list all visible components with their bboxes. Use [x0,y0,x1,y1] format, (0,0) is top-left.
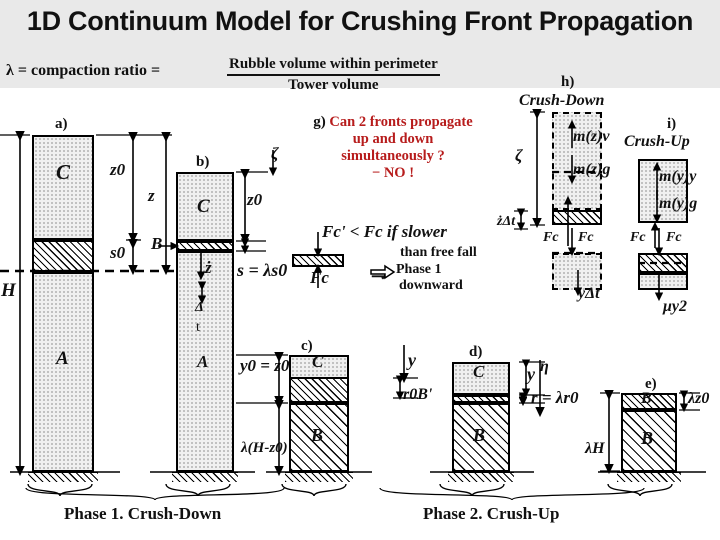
panel-a-crush-band [32,240,94,272]
panel-i-fc-left: Fc [630,230,646,245]
panel-e-dim-lambda-h: λH [585,440,605,457]
panel-b-s-equation: s = λs0 [237,260,288,280]
panel-a-block-a [32,272,94,472]
panel-i-mu-label: μy2 [663,298,687,315]
panel-i-crush-band [638,253,688,273]
caption-phase1: Phase 1. Crush-Down [64,504,222,523]
panel-h-zdt: żΔt [497,214,516,229]
fraction-numerator: Rubble volume within perimeter [227,56,440,76]
panel-d-crush-band [452,395,510,403]
panel-d-ground [448,472,514,482]
panel-d-label-c: C [473,362,485,381]
page-title: 1D Continuum Model for Crushing Front Pr… [26,6,694,36]
panel-b-label-a: A [197,352,209,371]
panel-d-eta: η [540,358,549,375]
panel-e-label-b: B [641,428,654,448]
panel-e-dim-lambda-z0: λz0 [688,390,710,407]
panel-d-y: y [527,364,535,384]
caption-phase2: Phase 2. Crush-Up [423,504,560,523]
panel-h-weight-force: m(z)g [573,161,611,178]
panel-i-weight-force: m(y)g [659,195,698,212]
panel-c-crush-band [289,377,349,403]
fraction-denominator: Tower volume [288,77,379,93]
panel-a-ground [28,472,98,482]
note-downward: downward [399,278,463,293]
panel-b-zdot: ż [205,258,212,277]
panel-a-dim-s0: s0 [110,243,126,262]
panel-i-inertia-force: m(y)y [659,168,697,185]
panel-h-title: Crush-Down [519,92,605,109]
panel-a-dim-h: H [1,280,16,301]
diagram-root: 1D Continuum Model for Crushing Front Pr… [0,0,720,540]
panel-b-delta: Δ [195,300,204,315]
panel-i-lower-block [638,273,688,290]
panel-b-dim-z0: z0 [247,190,263,209]
panel-a-dim-z0: z0 [110,160,126,179]
panel-g-line1: Can 2 fronts propagate [329,114,473,130]
panel-c-dim-lambda: λ(H-z0) [241,440,288,456]
panel-h-crush-band [552,210,602,225]
compaction-ratio-label: λ = compaction ratio = [6,62,160,80]
panel-c-label-c: C [312,352,324,371]
panel-g-line3: simultaneously ? [341,148,445,164]
note-phase1: Phase 1 [396,262,442,277]
panel-a-dim-z: z [148,186,155,205]
note-fc-small: Fc [310,268,329,287]
panel-c-y: y [408,350,416,370]
panel-h-ydt: yΔt [578,285,600,302]
compaction-ratio-text: λ = compaction ratio = [6,62,161,79]
panel-g-line2: up and down [352,131,434,147]
panel-e-label-b-top: B [641,390,652,407]
panel-d-id: d) [469,344,483,360]
panel-c-id: c) [301,338,313,354]
panel-a-label-c: C [56,160,71,184]
panel-d-label-b: B [473,425,486,445]
panel-b-label-b: B [151,234,163,253]
panel-b-ground [172,472,238,482]
panel-d-r-equation: r = λr0 [531,388,579,407]
panel-c-ground [285,472,353,482]
panel-h-fc-right: Fc [578,230,594,245]
compaction-ratio-fraction: Rubble volume within perimeter Tower vol… [227,56,440,94]
panel-h-zeta: ζ [515,146,523,165]
panel-g-id: g) [313,114,326,130]
panel-h-id: h) [561,74,575,90]
panel-b-crush-band [176,241,234,251]
panel-a-id: a) [55,116,68,132]
panel-a-block-c [32,135,94,240]
panel-i-title: Crush-Up [624,133,690,150]
panel-h-inertia-force: m(z)v [573,128,610,145]
panel-i-fc-right: Fc [666,230,682,245]
panel-b-t: t [196,320,200,335]
implies-arrow-icon: ⇒ [371,264,388,286]
note-free-fall: than free fall [400,245,477,260]
panel-i-id: i) [667,116,677,132]
panel-c-dim-y0: y0 = z0 [240,356,290,375]
panel-h-fc-left: Fc [543,230,559,245]
panel-a-label-a: A [56,348,69,369]
note-crush-band [292,254,344,267]
panel-g-answer: − NO ! [371,165,415,181]
note-fc-prime: Fc' < Fc if slower [322,222,447,241]
panel-g-question: g) Can 2 fronts propagate up and down si… [268,114,518,182]
panel-c-label-b: B [311,425,324,445]
panel-b-id: b) [196,154,210,170]
panel-b-label-c: C [197,196,210,217]
panel-c-r0b: r0B' [403,386,433,403]
panel-e-ground [617,472,681,482]
